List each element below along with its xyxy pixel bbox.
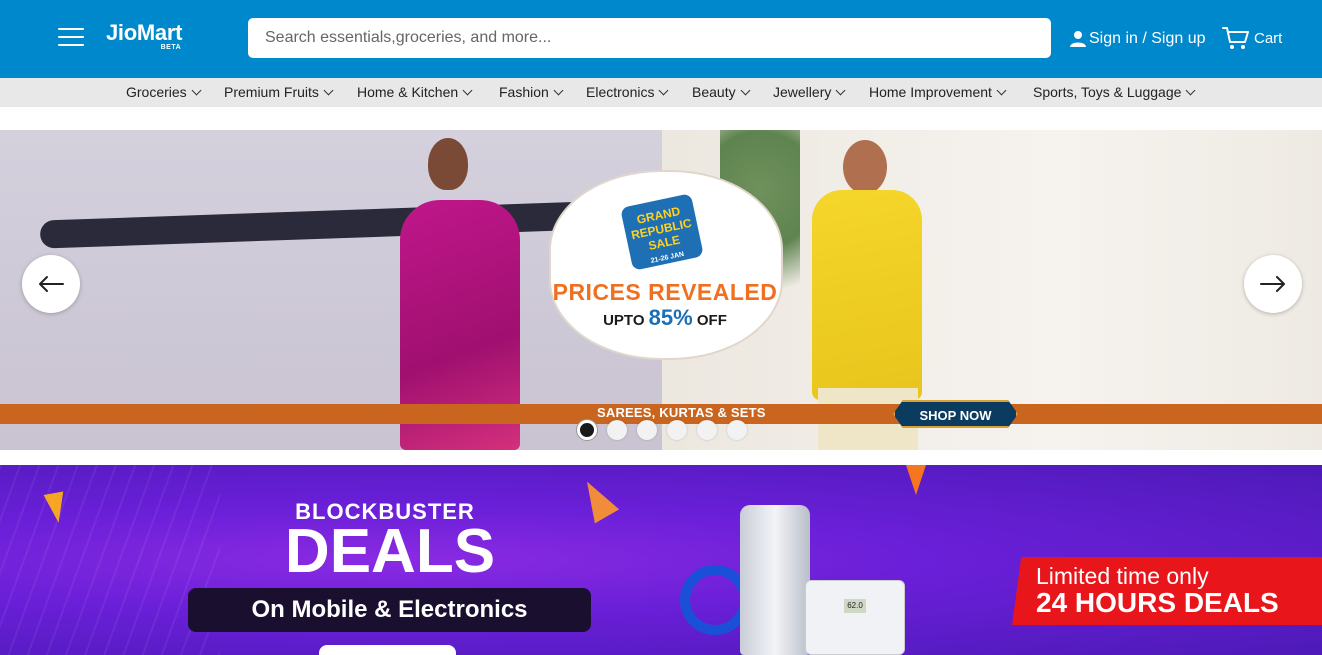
hero-discount: UPTO 85% OFF	[540, 305, 790, 331]
carousel-dot[interactable]	[607, 420, 627, 440]
carousel-dots	[577, 420, 757, 440]
mixer-grinder-image	[740, 505, 810, 655]
model-kurta	[812, 190, 922, 400]
category-electronics[interactable]: Electronics	[586, 78, 669, 107]
cart-button[interactable]: Cart	[1222, 24, 1282, 52]
scale-readout: 62.0	[844, 599, 866, 613]
category-label: Groceries	[126, 84, 187, 100]
deals-subtitle: On Mobile & Electronics	[188, 588, 591, 632]
category-nav: Groceries Premium Fruits Home & Kitchen …	[0, 78, 1322, 107]
signin-label: Sign in / Sign up	[1089, 30, 1206, 47]
category-label: Electronics	[586, 84, 655, 100]
decorative-triangle	[906, 465, 926, 495]
menu-icon[interactable]	[58, 28, 84, 50]
hero-headline: PRICES REVEALED	[552, 279, 778, 305]
chevron-down-icon	[835, 85, 846, 96]
deals-title: DEALS	[284, 517, 496, 586]
carousel-next-button[interactable]	[1244, 255, 1302, 313]
cart-label: Cart	[1254, 29, 1283, 47]
hours-deals-text: 24 HOURS DEALS	[1036, 587, 1279, 618]
chevron-down-icon	[462, 85, 473, 96]
chevron-down-icon	[191, 85, 202, 96]
chevron-down-icon	[659, 85, 669, 96]
category-label: Home & Kitchen	[357, 84, 459, 100]
category-label: Beauty	[692, 84, 736, 100]
carousel-dot[interactable]	[727, 420, 747, 440]
category-premium-fruits[interactable]: Premium Fruits	[224, 78, 334, 107]
limited-time-text: Limited time only	[1036, 563, 1209, 589]
category-jewellery[interactable]: Jewellery	[773, 78, 846, 107]
search-box[interactable]	[248, 18, 1051, 58]
category-home-kitchen[interactable]: Home & Kitchen	[357, 78, 473, 107]
category-home-improvement[interactable]: Home Improvement	[869, 78, 1007, 107]
header: JioMart BETA Sign in / Sign up Cart	[0, 0, 1322, 78]
decorative-triangle	[574, 474, 620, 524]
user-icon	[1070, 31, 1086, 47]
chevron-down-icon	[553, 85, 564, 96]
category-sports-toys-luggage[interactable]: Sports, Toys & Luggage	[1033, 78, 1196, 107]
signin-link[interactable]: Sign in / Sign up	[1069, 26, 1206, 52]
hero-strip-text: SAREES, KURTAS & SETS	[597, 405, 766, 420]
chevron-down-icon	[740, 85, 751, 96]
category-groceries[interactable]: Groceries	[126, 78, 202, 107]
cart-icon	[1222, 27, 1249, 49]
logo[interactable]: JioMart BETA	[106, 20, 183, 51]
grand-republic-sale-logo: GRAND REPUBLIC SALE 21-26 JAN	[620, 193, 704, 271]
carousel-dot[interactable]	[697, 420, 717, 440]
decorative-rays	[0, 465, 220, 655]
arrow-right-icon	[1260, 276, 1285, 292]
hero-banner[interactable]: GRAND REPUBLIC SALE 21-26 JAN PRICES REV…	[0, 130, 1322, 450]
arrow-left-icon	[39, 276, 64, 292]
category-label: Jewellery	[773, 84, 832, 100]
category-label: Premium Fruits	[224, 84, 319, 100]
model-saree-head	[428, 138, 468, 190]
category-beauty[interactable]: Beauty	[692, 78, 751, 107]
discount-value: 85%	[648, 305, 693, 330]
deals-cta-button[interactable]	[319, 645, 456, 655]
chevron-down-icon	[996, 85, 1007, 96]
product-collage: 62.0	[640, 505, 920, 655]
search-input[interactable]	[248, 18, 1051, 58]
carousel-prev-button[interactable]	[22, 255, 80, 313]
category-label: Sports, Toys & Luggage	[1033, 84, 1182, 100]
carousel-dot[interactable]	[667, 420, 687, 440]
carousel-dot[interactable]	[577, 420, 597, 440]
brand-name: JioMart	[106, 20, 183, 45]
category-label: Fashion	[499, 84, 549, 100]
shop-now-button[interactable]: SHOP NOW	[893, 400, 1018, 428]
model-kurta-head	[843, 140, 887, 194]
brand-tag: BETA	[160, 44, 182, 51]
discount-prefix: UPTO	[603, 312, 645, 329]
category-label: Home Improvement	[869, 84, 992, 100]
chevron-down-icon	[323, 85, 334, 96]
category-fashion[interactable]: Fashion	[499, 78, 564, 107]
carousel-dot[interactable]	[637, 420, 657, 440]
chevron-down-icon	[1185, 85, 1196, 96]
discount-suffix: OFF	[696, 312, 727, 329]
weighing-scale-image: 62.0	[805, 580, 905, 655]
deals-banner[interactable]: BLOCKBUSTER DEALS On Mobile & Electronic…	[0, 465, 1322, 655]
